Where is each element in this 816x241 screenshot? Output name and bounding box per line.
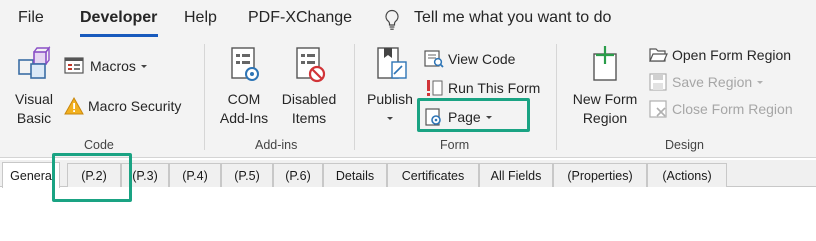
macros-icon [64, 57, 84, 74]
visual-basic-button[interactable]: Visual Basic [8, 44, 60, 128]
warning-icon [64, 96, 84, 115]
macro-security-button[interactable]: Macro Security [64, 94, 181, 118]
close-form-region-button[interactable]: Close Form Region [648, 97, 793, 121]
run-form-icon [427, 80, 443, 96]
com-add-ins-icon [214, 44, 274, 90]
code-group-label: Code [84, 138, 114, 152]
tab-p2[interactable]: (P.2) [67, 163, 121, 187]
page-button[interactable]: Page [424, 105, 498, 129]
folder-open-icon [649, 48, 668, 62]
tab-p5[interactable]: (P.5) [221, 163, 273, 187]
visual-basic-icon [8, 44, 60, 90]
chevron-down-icon [140, 65, 147, 68]
tab-all-fields[interactable]: All Fields [479, 163, 553, 187]
add-ins-group-label: Add-ins [255, 138, 298, 152]
menu-file[interactable]: File [18, 9, 44, 27]
view-code-button[interactable]: View Code [424, 47, 515, 71]
save-region-button[interactable]: Save Region [648, 70, 769, 94]
tab-p3[interactable]: (P.3) [121, 163, 169, 187]
menu-help[interactable]: Help [184, 9, 217, 27]
group-separator [354, 44, 355, 150]
tab-certificates[interactable]: Certificates [387, 163, 479, 187]
tab-p6[interactable]: (P.6) [273, 163, 323, 187]
design-group-label: Design [665, 138, 704, 152]
com-add-ins-button[interactable]: COM Add-Ins [214, 44, 274, 128]
new-form-region-button[interactable]: New Form Region [566, 44, 644, 128]
new-form-region-icon [566, 44, 644, 90]
group-separator [556, 44, 557, 150]
form-group-label: Form [440, 138, 470, 152]
chevron-down-icon [387, 117, 393, 120]
macros-button[interactable]: Macros [64, 54, 153, 78]
page-settings-icon [425, 108, 441, 126]
form-page-tabs: Genera (P.2) (P.3) (P.4) (P.5) (P.6) Det… [0, 160, 816, 188]
chevron-down-icon [757, 81, 764, 84]
run-this-form-button[interactable]: Run This Form [424, 76, 540, 100]
menu-bar: File Developer Help PDF-XChange Tell me … [0, 0, 816, 40]
tab-general[interactable]: Genera [2, 162, 60, 188]
menu-pdf-xchange[interactable]: PDF-XChange [248, 9, 352, 27]
form-page-content [0, 188, 816, 241]
menu-developer[interactable]: Developer [80, 9, 157, 27]
tab-actions[interactable]: (Actions) [647, 163, 727, 187]
publish-icon [364, 44, 416, 90]
group-separator [204, 44, 205, 150]
chevron-down-icon [485, 116, 492, 119]
tell-me-search[interactable]: Tell me what you want to do [414, 9, 611, 27]
tab-properties[interactable]: (Properties) [553, 163, 647, 187]
disabled-items-icon [276, 44, 342, 90]
tab-p4[interactable]: (P.4) [169, 163, 221, 187]
publish-button[interactable]: Publish [364, 44, 416, 128]
ribbon: Visual Basic Macros Macro Security Code … [0, 40, 816, 158]
active-tab-underline [80, 34, 158, 37]
open-form-region-button[interactable]: Open Form Region [648, 43, 791, 67]
save-icon [649, 73, 667, 91]
view-code-icon [424, 50, 444, 68]
tab-details[interactable]: Details [323, 163, 387, 187]
close-region-icon [649, 100, 667, 118]
disabled-items-button[interactable]: Disabled Items [276, 44, 342, 128]
lightbulb-icon[interactable] [384, 9, 400, 36]
